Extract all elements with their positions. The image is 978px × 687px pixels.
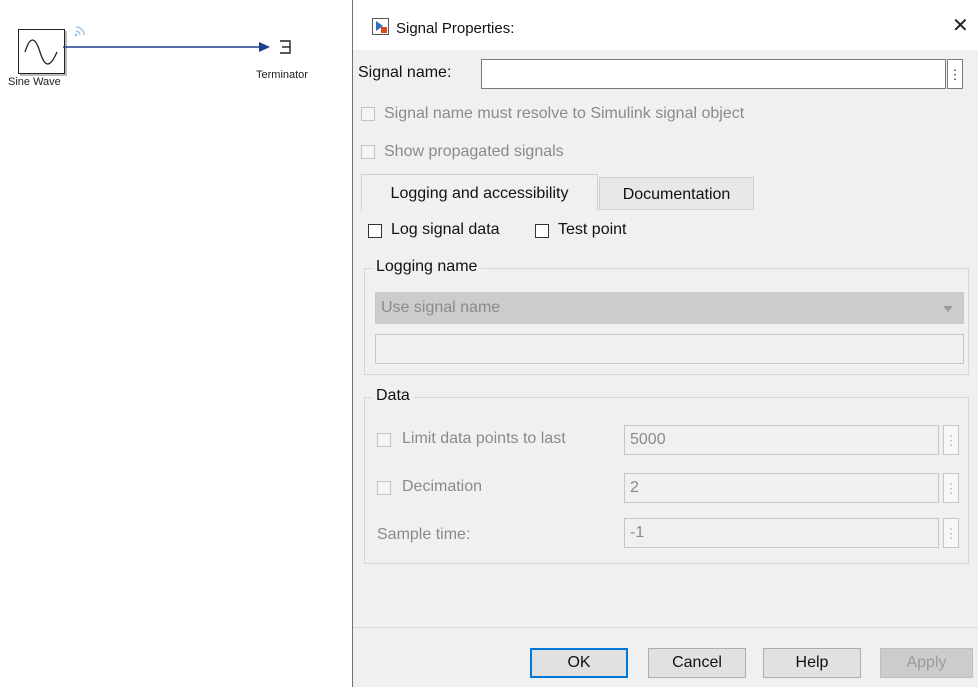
help-button[interactable]: Help (763, 648, 861, 678)
signal-name-options-icon[interactable]: ⋮ (947, 59, 963, 89)
signal-name-label: Signal name: (358, 64, 452, 81)
chevron-down-icon (943, 306, 953, 312)
limit-data-points-options-icon[interactable]: ⋮ (943, 425, 959, 455)
decimation-checkbox[interactable] (377, 481, 391, 495)
close-icon[interactable]: ✕ (952, 16, 969, 36)
limit-data-points-input[interactable]: 5000 (624, 425, 939, 455)
resolve-signal-object-checkbox[interactable] (361, 107, 375, 121)
signal-line[interactable] (63, 38, 283, 58)
simulink-block-icon (372, 18, 389, 35)
signal-name-input[interactable] (481, 59, 946, 89)
terminator-block[interactable] (278, 38, 292, 56)
test-point-label: Test point (558, 221, 627, 238)
signal-properties-dialog: Signal Properties: ✕ Signal name: ⋮ Sign… (352, 0, 978, 687)
resolve-signal-object-label: Signal name must resolve to Simulink sig… (384, 105, 745, 122)
cancel-button[interactable]: Cancel (648, 648, 746, 678)
limit-data-points-checkbox[interactable] (377, 433, 391, 447)
apply-button[interactable]: Apply (880, 648, 973, 678)
decimation-options-icon[interactable]: ⋮ (943, 473, 959, 503)
test-point-checkbox[interactable] (535, 224, 549, 238)
logging-name-dropdown[interactable]: Use signal name (375, 292, 964, 324)
decimation-input[interactable]: 2 (624, 473, 939, 503)
sine-wave-label: Sine Wave (8, 76, 61, 88)
sine-wave-icon (24, 39, 58, 65)
sample-time-input[interactable]: -1 (624, 518, 939, 548)
dialog-title: Signal Properties: (396, 20, 515, 37)
tab-documentation[interactable]: Documentation (599, 177, 754, 210)
show-propagated-signals-label: Show propagated signals (384, 143, 564, 160)
dialog-footer: OK Cancel Help Apply (353, 627, 978, 687)
log-signal-data-label: Log signal data (391, 221, 500, 238)
logging-name-legend: Logging name (372, 258, 482, 276)
terminator-label: Terminator (256, 69, 308, 81)
log-signal-data-checkbox[interactable] (368, 224, 382, 238)
tab-logging-and-accessibility[interactable]: Logging and accessibility (361, 174, 598, 211)
terminator-icon (280, 40, 291, 54)
decimation-label: Decimation (402, 478, 483, 495)
show-propagated-signals-checkbox[interactable] (361, 145, 375, 159)
limit-data-points-label: Limit data points to last (402, 430, 566, 447)
sample-time-options-icon[interactable]: ⋮ (943, 518, 959, 548)
sine-wave-block[interactable] (18, 29, 65, 74)
logging-name-input[interactable] (375, 334, 964, 364)
data-legend: Data (372, 387, 414, 405)
ok-button[interactable]: OK (530, 648, 628, 678)
title-bar: Signal Properties: ✕ (353, 0, 978, 50)
sample-time-label: Sample time: (377, 526, 471, 543)
